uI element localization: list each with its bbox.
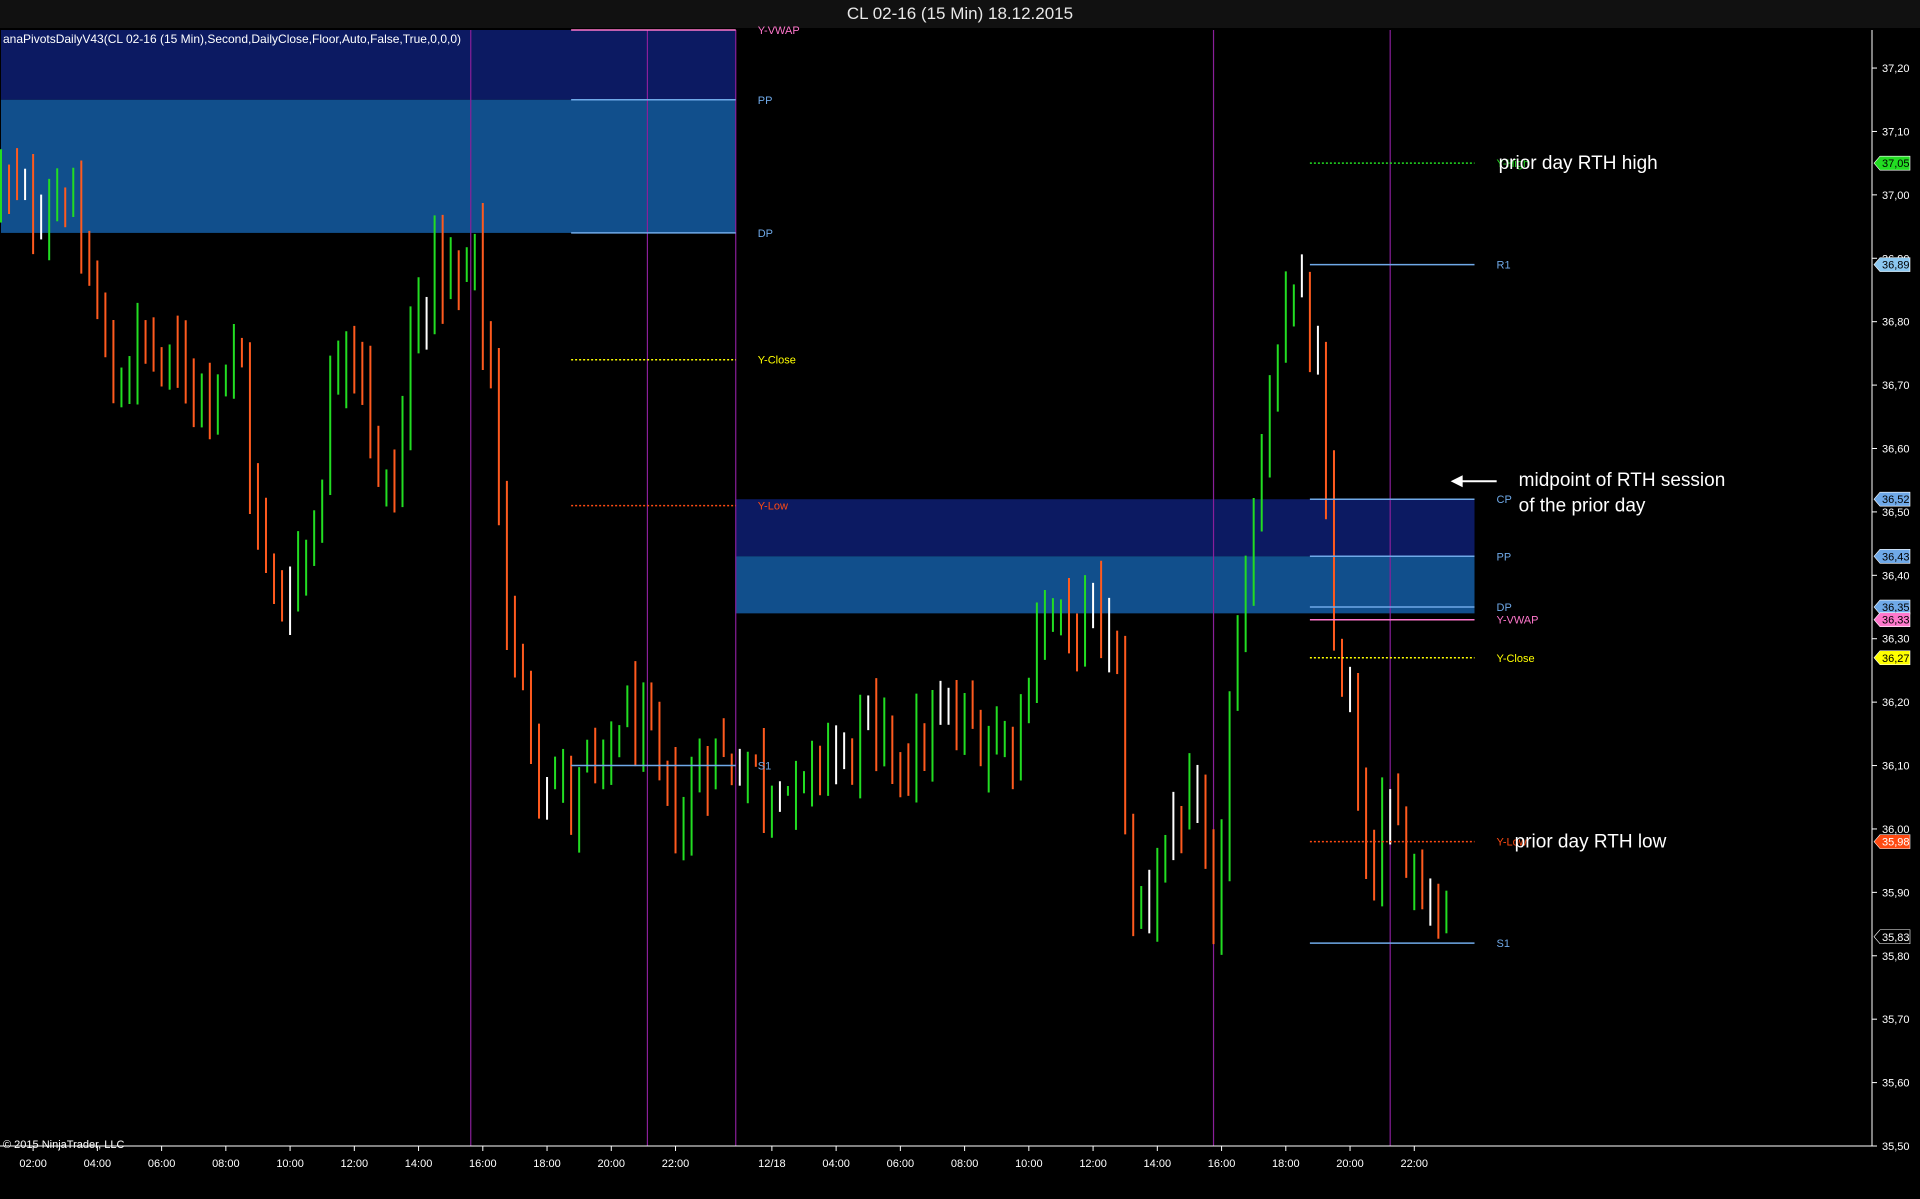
time-tick-label: 08:00: [212, 1158, 240, 1170]
time-tick-label: 22:00: [1401, 1158, 1429, 1170]
time-tick-label: 20:00: [1336, 1158, 1364, 1170]
pivot-level-label: Y-Close: [1497, 653, 1535, 665]
price-tick-label: 36,50: [1882, 507, 1910, 519]
pivot-level-label: Y-VWAP: [758, 25, 800, 37]
price-tag-label: 36,27: [1882, 653, 1910, 665]
price-tag-label: 36,43: [1882, 551, 1910, 563]
price-tag-label: 36,33: [1882, 615, 1910, 627]
time-tick-label: 02:00: [19, 1158, 47, 1170]
price-tag-label: 35,98: [1882, 837, 1910, 849]
price-tick-label: 35,60: [1882, 1078, 1910, 1090]
chart-annotation: prior day RTH high: [1499, 153, 1658, 174]
pivot-level-label: R1: [1497, 260, 1511, 272]
time-tick-label: 22:00: [662, 1158, 690, 1170]
time-tick-label: 20:00: [598, 1158, 626, 1170]
price-tick-label: 37,00: [1882, 190, 1910, 202]
price-tag-label: 35,83: [1882, 932, 1910, 944]
price-tick-label: 36,80: [1882, 317, 1910, 329]
price-tick-label: 36,40: [1882, 570, 1910, 582]
time-tick-label: 14:00: [1144, 1158, 1172, 1170]
time-tick-label: 18:00: [1272, 1158, 1300, 1170]
time-tick-label: 18:00: [533, 1158, 561, 1170]
price-tick-label: 37,10: [1882, 126, 1910, 138]
time-tick-label: 16:00: [1208, 1158, 1236, 1170]
pivot-level-label: Y-VWAP: [1497, 615, 1539, 627]
price-tick-label: 36,60: [1882, 444, 1910, 456]
price-tag-label: 37,05: [1882, 158, 1910, 170]
pivot-level-label: Y-Low: [758, 501, 788, 513]
pivot-zone: [735, 499, 1475, 557]
pivot-level-label: Y-Close: [758, 355, 796, 367]
pivot-level-label: CP: [1497, 494, 1512, 506]
chart-window: CL 02-16 (15 Min) 18.12.2015 Y-VWAP PP DP Y…: [0, 0, 1920, 1199]
chart-annotation: of the prior day: [1519, 496, 1646, 517]
time-tick-label: 06:00: [887, 1158, 915, 1170]
price-tick-label: 36,20: [1882, 697, 1910, 709]
price-tick-label: 35,70: [1882, 1014, 1910, 1026]
price-tick-label: 36,10: [1882, 761, 1910, 773]
pivot-level-label: S1: [1497, 938, 1510, 950]
time-tick-label: 10:00: [276, 1158, 304, 1170]
price-chart[interactable]: Y-VWAPPPDPY-CloseY-LowS1Y-HighR1CPPPDPY-…: [0, 0, 1920, 1199]
price-tag-label: 36,89: [1882, 260, 1910, 272]
time-tick-label: 14:00: [405, 1158, 433, 1170]
time-tick-label: 08:00: [951, 1158, 979, 1170]
price-tick-label: 35,80: [1882, 951, 1910, 963]
price-tag-label: 36,35: [1882, 602, 1910, 614]
time-tick-label: 06:00: [148, 1158, 176, 1170]
price-tick-label: 37,20: [1882, 63, 1910, 75]
chart-annotation: prior day RTH low: [1515, 832, 1667, 853]
time-tick-label: 16:00: [469, 1158, 497, 1170]
price-tick-label: 36,00: [1882, 824, 1910, 836]
pivot-level-label: PP: [1497, 551, 1512, 563]
pivot-level-label: PP: [758, 95, 773, 107]
price-tick-label: 35,90: [1882, 887, 1910, 899]
pivot-zone: [1, 99, 736, 233]
price-tick-label: 36,30: [1882, 634, 1910, 646]
time-tick-label: 12/18: [758, 1158, 786, 1170]
chart-annotation: midpoint of RTH session: [1519, 470, 1726, 491]
copyright-notice: © 2015 NinjaTrader, LLC: [3, 1139, 125, 1151]
price-tick-label: 35,50: [1882, 1141, 1910, 1153]
pivot-zone: [735, 556, 1475, 614]
indicator-label: anaPivotsDailyV43(CL 02-16 (15 Min),Seco…: [3, 32, 461, 46]
time-tick-label: 12:00: [341, 1158, 369, 1170]
time-tick-label: 12:00: [1079, 1158, 1107, 1170]
price-tick-label: 36,70: [1882, 380, 1910, 392]
pivot-level-label: DP: [1497, 602, 1512, 614]
time-tick-label: 10:00: [1015, 1158, 1043, 1170]
pivot-level-label: DP: [758, 228, 773, 240]
price-tag-label: 36,52: [1882, 494, 1910, 506]
time-tick-label: 04:00: [84, 1158, 112, 1170]
pivot-level-label: S1: [758, 761, 771, 773]
time-tick-label: 04:00: [822, 1158, 850, 1170]
